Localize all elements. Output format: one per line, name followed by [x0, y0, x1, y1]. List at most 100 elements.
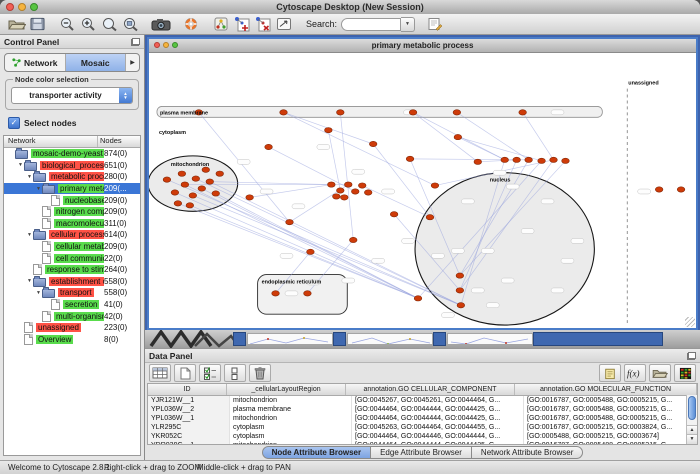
table-row[interactable]: YLR295Ccytoplasm[GO:0045263, GO:0044464,… [148, 423, 697, 432]
network-node [328, 182, 336, 187]
tab-network[interactable]: Network [5, 54, 66, 71]
network-node [525, 157, 533, 162]
tree-row-label: biological_process [40, 161, 110, 170]
snapshot-icon[interactable] [150, 15, 171, 33]
float-panel-icon[interactable] [131, 38, 140, 46]
tree-row[interactable]: ▼primary metabo209(... [4, 183, 140, 195]
import-attributes-icon[interactable] [649, 364, 671, 382]
graphics-details-icon[interactable] [210, 15, 231, 33]
select-nodes-checkbox[interactable]: ✓ [8, 117, 20, 129]
folder-icon [42, 185, 55, 194]
edit-network-add-icon[interactable] [231, 15, 252, 33]
node-label-capsule [402, 238, 415, 243]
tree-row[interactable]: multi-organism pro42(0) [4, 310, 140, 322]
zoom-fit-icon[interactable] [99, 15, 120, 33]
tree-row[interactable]: nitrogen compo209(0) [4, 206, 140, 218]
network-node [431, 183, 439, 188]
table-cell: YLR295C [148, 423, 230, 432]
tab-edge-attribute-browser[interactable]: Edge Attribute Browser [371, 446, 472, 459]
tree-row[interactable]: cell communicat22(0) [4, 252, 140, 264]
open-session-icon[interactable] [6, 15, 27, 33]
network-edge [340, 112, 353, 240]
expand-arrow-icon[interactable]: ▼ [26, 232, 33, 238]
tree-row[interactable]: ▼cellular process614(0) [4, 229, 140, 241]
tree-row[interactable]: secretion41(0) [4, 299, 140, 311]
zoom-in-icon[interactable] [78, 15, 99, 33]
column-header-id[interactable]: ID [148, 384, 227, 395]
zoom-selected-icon[interactable] [120, 15, 141, 33]
network-node [426, 215, 434, 220]
expand-arrow-icon[interactable]: ▼ [35, 290, 42, 296]
advanced-search-icon[interactable] [424, 15, 445, 33]
tree-column-network[interactable]: Network [4, 136, 97, 147]
vizmapper-icon[interactable] [273, 15, 294, 33]
scroll-down-icon[interactable]: ▼ [687, 434, 697, 444]
table-row[interactable]: YPL036W__1mitochondrion[GO:0044464, GO:0… [148, 414, 697, 423]
tree-row[interactable]: ▼metabolic process280(0) [4, 171, 140, 183]
tab-overflow-arrow-icon[interactable]: ▶ [126, 54, 139, 71]
table-cell: [GO:0044464, GO:0044444, GO:0044425, G..… [352, 441, 524, 445]
delete-attribute-icon[interactable] [249, 364, 271, 382]
expand-arrow-icon[interactable]: ▼ [35, 186, 42, 192]
column-header-molecular[interactable]: annotation.GO MOLECULAR_FUNCTION [515, 384, 697, 395]
search-dropdown-icon[interactable]: ▼ [401, 17, 415, 32]
table-cell: [GO:0044464, GO:0044444, GO:0044425, G..… [352, 405, 524, 414]
tree-row[interactable]: mosaic-demo-yeast874(0) [4, 148, 140, 160]
table-row[interactable]: YJR121W__1mitochondrion[GO:0045267, GO:0… [148, 396, 697, 405]
table-row[interactable]: YKR052Ccytoplasm[GO:0044464, GO:0044446,… [148, 432, 697, 441]
tab-node-attribute-browser[interactable]: Node Attribute Browser [262, 446, 372, 459]
unselect-attributes-icon[interactable] [224, 364, 246, 382]
network-node [513, 157, 521, 162]
tree-row-node-count: 614(0) [104, 229, 140, 241]
node-label-capsule [441, 313, 454, 318]
network-node [369, 141, 377, 146]
tree-row[interactable]: nucleobase-209(0) [4, 194, 140, 206]
heatmap-icon[interactable] [674, 364, 696, 382]
float-data-panel-icon[interactable] [687, 352, 696, 360]
tab-mosaic[interactable]: Mosaic [66, 54, 127, 71]
expand-arrow-icon[interactable]: ▼ [26, 174, 33, 180]
table-scrollbar[interactable]: ▲ ▼ [686, 395, 697, 444]
tree-row[interactable]: unassigned223(0) [4, 322, 140, 334]
column-header-region[interactable]: _cellularLayoutRegion [227, 384, 346, 395]
node-label-capsule [342, 278, 355, 283]
node-label-capsule [431, 253, 444, 258]
column-header-cellular[interactable]: annotation.GO CELLULAR_COMPONENT [346, 384, 515, 395]
table-cell: [GO:0044464, GO:0044444, GO:0044425, G..… [352, 414, 524, 423]
tree-row[interactable]: response to stimulu264(0) [4, 264, 140, 276]
expand-arrow-icon[interactable]: ▼ [17, 162, 24, 168]
tree-row[interactable]: ▼establishment of lo558(0) [4, 276, 140, 288]
file-icon [24, 334, 33, 345]
zoom-out-icon[interactable] [57, 15, 78, 33]
edit-network-remove-icon[interactable] [252, 15, 273, 33]
table-cell: mitochondrion [230, 441, 352, 445]
new-attribute-icon[interactable] [174, 364, 196, 382]
resize-grip[interactable] [685, 317, 695, 327]
table-cell: [GO:0044464, GO:0044446, GO:0044444, G..… [352, 432, 524, 441]
network-node [304, 291, 312, 296]
tree-row[interactable]: ▼transport558(0) [4, 287, 140, 299]
expand-arrow-icon[interactable]: ▼ [26, 278, 33, 284]
tree-column-nodes[interactable]: Nodes [97, 136, 140, 147]
table-cell: YKR052C [148, 432, 230, 441]
tab-network-attribute-browser[interactable]: Network Attribute Browser [472, 446, 583, 459]
scrollbar-thumb[interactable] [688, 396, 696, 420]
tree-row[interactable]: cellular metabo209(0) [4, 241, 140, 253]
network-canvas[interactable]: plasma membranecytoplasmmitochondrionnuc… [149, 53, 696, 328]
tree-row[interactable]: ▼biological_process651(0) [4, 160, 140, 172]
node-color-combobox[interactable]: transporter activity ▲▼ [11, 87, 133, 104]
attribute-editor-icon[interactable] [599, 364, 621, 382]
select-attributes-icon[interactable] [199, 364, 221, 382]
network-window-titlebar[interactable]: primary metabolic process [149, 39, 696, 53]
folder-icon [33, 173, 46, 182]
help-lifesaver-icon[interactable] [180, 15, 201, 33]
attribute-matrix-icon[interactable] [149, 364, 171, 382]
search-input[interactable] [341, 18, 401, 31]
tree-row[interactable]: macromolecule311(0) [4, 218, 140, 230]
table-row[interactable]: YPL036W__2plasma membrane[GO:0044464, GO… [148, 405, 697, 414]
network-node [550, 157, 558, 162]
table-row[interactable]: YDR039C__1mitochondrion[GO:0044464, GO:0… [148, 441, 697, 445]
tree-row[interactable]: Overview8(0) [4, 334, 140, 346]
save-session-icon[interactable] [27, 15, 48, 33]
function-builder-icon[interactable]: f(x) [624, 364, 646, 382]
